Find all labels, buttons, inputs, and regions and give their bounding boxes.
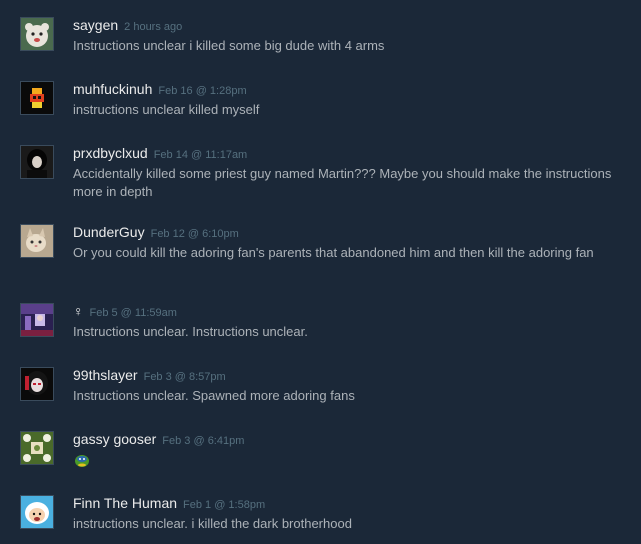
comment-timestamp: Feb 14 @ 11:17am [153,149,248,161]
avatar[interactable] [20,367,54,401]
avatar[interactable] [20,81,54,115]
avatar[interactable] [20,431,54,465]
comment-header: DunderGuy Feb 12 @ 6:10pm [73,224,239,242]
comment-header: 99thslayer Feb 3 @ 8:57pm [73,367,226,385]
comment-timestamp: Feb 3 @ 8:57pm [143,371,226,383]
cat-avatar-icon [21,225,53,257]
comment-author[interactable]: prxdbyclxud [73,145,148,161]
avatar[interactable] [20,495,54,529]
comment-author[interactable]: ♀ [73,303,84,319]
comment-text [73,451,613,474]
comment-timestamp: Feb 1 @ 1:58pm [183,499,266,511]
green-blob-emoticon-icon [75,455,89,467]
flower-frame-avatar-icon [21,432,53,464]
comment-text: Accidentally killed some priest guy name… [73,166,612,199]
comment-text: Instructions unclear. Instructions uncle… [73,324,308,339]
comment-author[interactable]: DunderGuy [73,224,145,240]
pixel-character-avatar-icon [21,82,53,114]
comment-timestamp: Feb 12 @ 6:10pm [150,228,239,240]
avatar[interactable] [20,17,54,51]
comment-text: instructions unclear killed myself [73,102,260,117]
comment-header: ♀ Feb 5 @ 11:59am [73,303,177,321]
comment-header: muhfuckinuh Feb 16 @ 1:28pm [73,81,247,99]
comment-text: Or you could kill the adoring fan's pare… [73,245,594,260]
comment-author[interactable]: muhfuckinuh [73,81,152,97]
comment-author[interactable]: 99thslayer [73,367,138,383]
comment-header: saygen 2 hours ago [73,17,182,35]
comment-header: Finn The Human Feb 1 @ 1:58pm [73,495,265,513]
comment-timestamp: Feb 5 @ 11:59am [89,307,177,319]
comment-author[interactable]: Finn The Human [73,495,177,511]
comment-thread: saygen 2 hours ago Instructions unclear i… [0,0,641,544]
comment-text: instructions unclear. i killed the dark … [73,516,352,531]
comment-timestamp: Feb 16 @ 1:28pm [158,85,247,97]
avatar[interactable] [20,224,54,258]
comment-text: Instructions unclear. Spawned more adori… [73,388,355,403]
comment-timestamp: 2 hours ago [124,21,183,33]
anime-girl-avatar-icon [21,368,53,400]
comment-header: gassy gooser Feb 3 @ 6:41pm [73,431,244,449]
comment-timestamp: Feb 3 @ 6:41pm [162,435,245,447]
comment-header: prxdbyclxud Feb 14 @ 11:17am [73,145,247,163]
dark-hair-avatar-icon [21,146,53,178]
white-bear-avatar-icon [21,18,53,50]
comment-author[interactable]: gassy gooser [73,431,156,447]
avatar[interactable] [20,303,54,337]
anime-room-avatar-icon [21,304,53,336]
comment-text: Instructions unclear i killed some big d… [73,38,385,53]
comment-author[interactable]: saygen [73,17,118,33]
avatar[interactable] [20,145,54,179]
finn-avatar-icon [21,496,53,528]
